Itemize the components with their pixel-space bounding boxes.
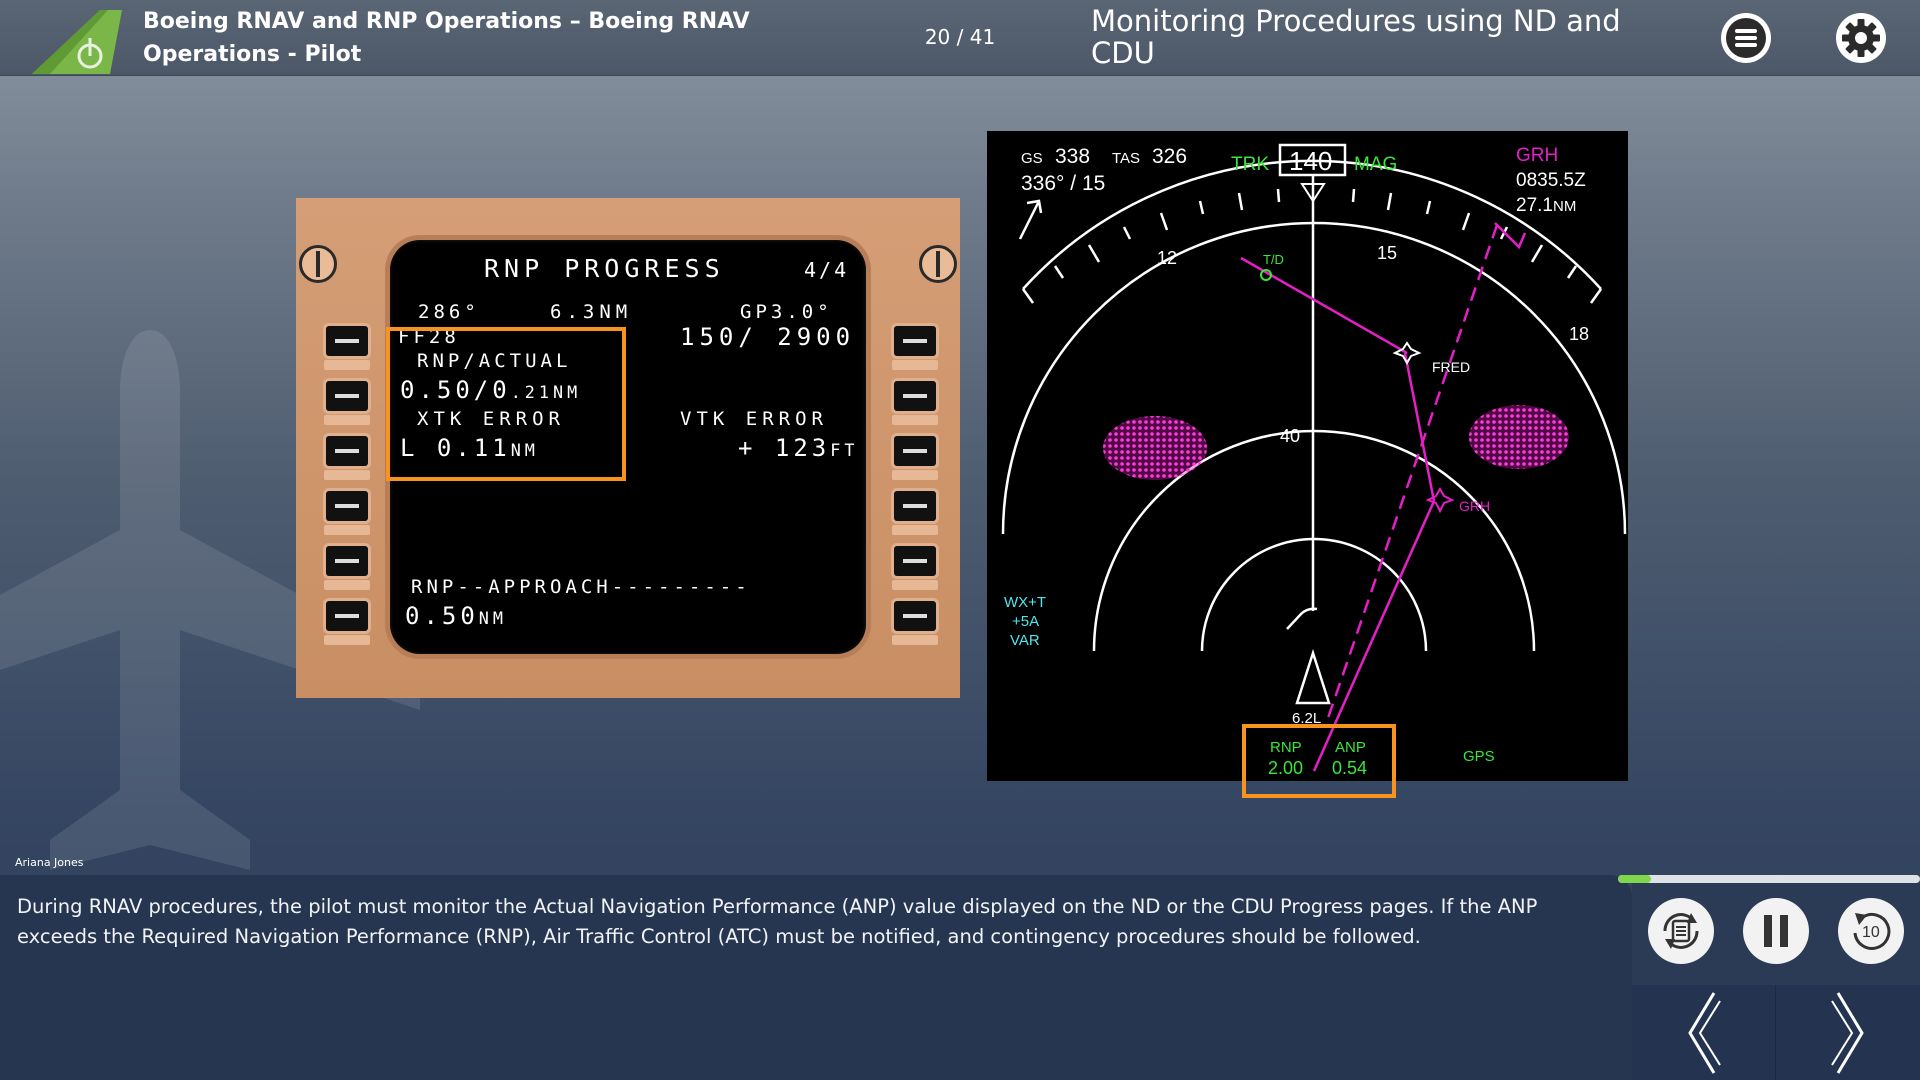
cdu-vtk-label: VTK ERROR: [680, 408, 828, 430]
cdu-screw-left: [299, 245, 337, 283]
cdu-approach-value: 0.50NM: [405, 602, 508, 630]
lsk-3l[interactable]: [326, 436, 368, 466]
wind-readout: 336° / 15: [1021, 172, 1105, 195]
chevron-right-icon: [1831, 991, 1864, 1074]
compass-label-15: 15: [1377, 243, 1397, 263]
gear-icon: [1842, 19, 1880, 57]
gs-value: 338: [1055, 145, 1090, 168]
cdu-page-number: 4/4: [804, 258, 850, 282]
lsk-separator: [324, 470, 370, 480]
course-title: Boeing RNAV and RNP Operations – Boeing …: [143, 9, 750, 67]
header-bar: Boeing RNAV and RNP Operations – Boeing …: [0, 0, 1920, 76]
route-line-dashed: [1325, 224, 1499, 722]
lsk-separator: [324, 635, 370, 645]
cdu-glidepath: GP3.0°: [740, 301, 833, 323]
cdu-panel: RNP PROGRESS 4/4 286° 6.3NM GP3.0° FF28 …: [296, 198, 960, 698]
lsk-4r[interactable]: [894, 491, 936, 521]
wx-mode-line3: VAR: [1010, 632, 1040, 649]
lsk-5r[interactable]: [894, 546, 936, 576]
gs-label: GS: [1021, 150, 1043, 167]
pause-button[interactable]: [1743, 898, 1809, 964]
lsk-separator: [324, 580, 370, 590]
lsk-1r[interactable]: [894, 326, 936, 356]
route-arrowhead: [1494, 222, 1527, 250]
lsk-separator: [892, 360, 938, 370]
cdu-vtk-value: + 123FT: [738, 434, 859, 462]
waypoint-fred-label: FRED: [1432, 359, 1470, 375]
page-counter: 20 / 41: [924, 25, 996, 49]
tas-value: 326: [1152, 145, 1187, 168]
previous-button[interactable]: [1632, 985, 1776, 1080]
lsk-separator: [892, 635, 938, 645]
lsk-1l[interactable]: [326, 326, 368, 356]
wx-mode-line1: WX+T: [1004, 594, 1046, 611]
lsk-3r[interactable]: [894, 436, 936, 466]
active-waypoint-distance: 27.1NM: [1516, 195, 1576, 216]
transcript-icon: [1663, 913, 1699, 949]
cdu-page-title: RNP PROGRESS: [484, 254, 725, 283]
author-name: Ariana Jones: [15, 856, 84, 869]
lsk-4l[interactable]: [326, 491, 368, 521]
slide-title: Monitoring Procedures using ND and CDU: [1091, 4, 1621, 70]
cdu-highlight-box: [386, 327, 626, 481]
nd-rnp-anp-highlight-box: [1242, 724, 1396, 798]
cdu-approach-label: RNP--APPROACH---------: [411, 576, 751, 598]
trk-label: TRK: [1231, 154, 1269, 175]
compass-label-18: 18: [1569, 324, 1589, 344]
lsk-2r[interactable]: [894, 381, 936, 411]
lsk-separator: [324, 415, 370, 425]
lsk-separator: [324, 525, 370, 535]
pause-icon: [1764, 915, 1788, 947]
range-arc-small: [1286, 607, 1318, 630]
lsk-separator: [892, 580, 938, 590]
narration-text: During RNAV procedures, the pilot must m…: [17, 895, 1538, 948]
wind-arrow-icon: [1018, 199, 1043, 240]
td-label: T/D: [1263, 252, 1284, 267]
weather-cell-right: [1469, 405, 1569, 469]
own-aircraft-icon: [1295, 648, 1331, 705]
route-line-td-fred: [1240, 256, 1408, 355]
lsk-separator: [892, 415, 938, 425]
progress-bar-fill: [1618, 875, 1652, 883]
navigation-display: 12 15 18 T/D FRED GRH 40 GS 338 TAS 326 …: [987, 131, 1628, 781]
progress-bar[interactable]: [1618, 875, 1920, 883]
active-waypoint-name: GRH: [1516, 145, 1558, 166]
narration-panel: During RNAV procedures, the pilot must m…: [0, 875, 1632, 1080]
range-label: 40: [1280, 426, 1300, 446]
next-button[interactable]: [1776, 985, 1920, 1080]
mag-label: MAG: [1354, 154, 1397, 175]
svg-text:10: 10: [1862, 924, 1880, 941]
menu-button[interactable]: [1721, 13, 1771, 63]
active-waypoint-eta: 0835.5Z: [1516, 170, 1586, 191]
lsk-2l[interactable]: [326, 381, 368, 411]
wx-mode-line2: +5A: [1012, 613, 1039, 630]
lsk-6r[interactable]: [894, 601, 936, 631]
waypoint-grh-label: GRH: [1459, 498, 1490, 514]
transcript-button[interactable]: [1648, 898, 1714, 964]
rewind-10-icon: 10: [1853, 912, 1891, 950]
cdu-speed-altitude: 150/ 2900: [680, 323, 856, 351]
cdu-distance: 6.3NM: [550, 301, 633, 323]
cdu-course: 286°: [418, 301, 480, 323]
weather-cell-left: [1103, 416, 1207, 480]
lsk-separator: [892, 470, 938, 480]
airplane-tail-power-icon: [32, 10, 122, 74]
rewind-10-button[interactable]: 10: [1838, 898, 1904, 964]
lsk-separator: [892, 525, 938, 535]
lsk-6l[interactable]: [326, 601, 368, 631]
lsk-separator: [324, 360, 370, 370]
playback-controls: 10: [1632, 883, 1920, 1080]
menu-icon: [1726, 18, 1766, 58]
tas-label: TAS: [1112, 150, 1140, 167]
cdu-screw-right: [919, 245, 957, 283]
chevron-left-icon: [1688, 991, 1721, 1074]
settings-button[interactable]: [1836, 13, 1886, 63]
lsk-5l[interactable]: [326, 546, 368, 576]
gps-label: GPS: [1463, 748, 1495, 765]
heading-value: 140: [1289, 146, 1332, 176]
